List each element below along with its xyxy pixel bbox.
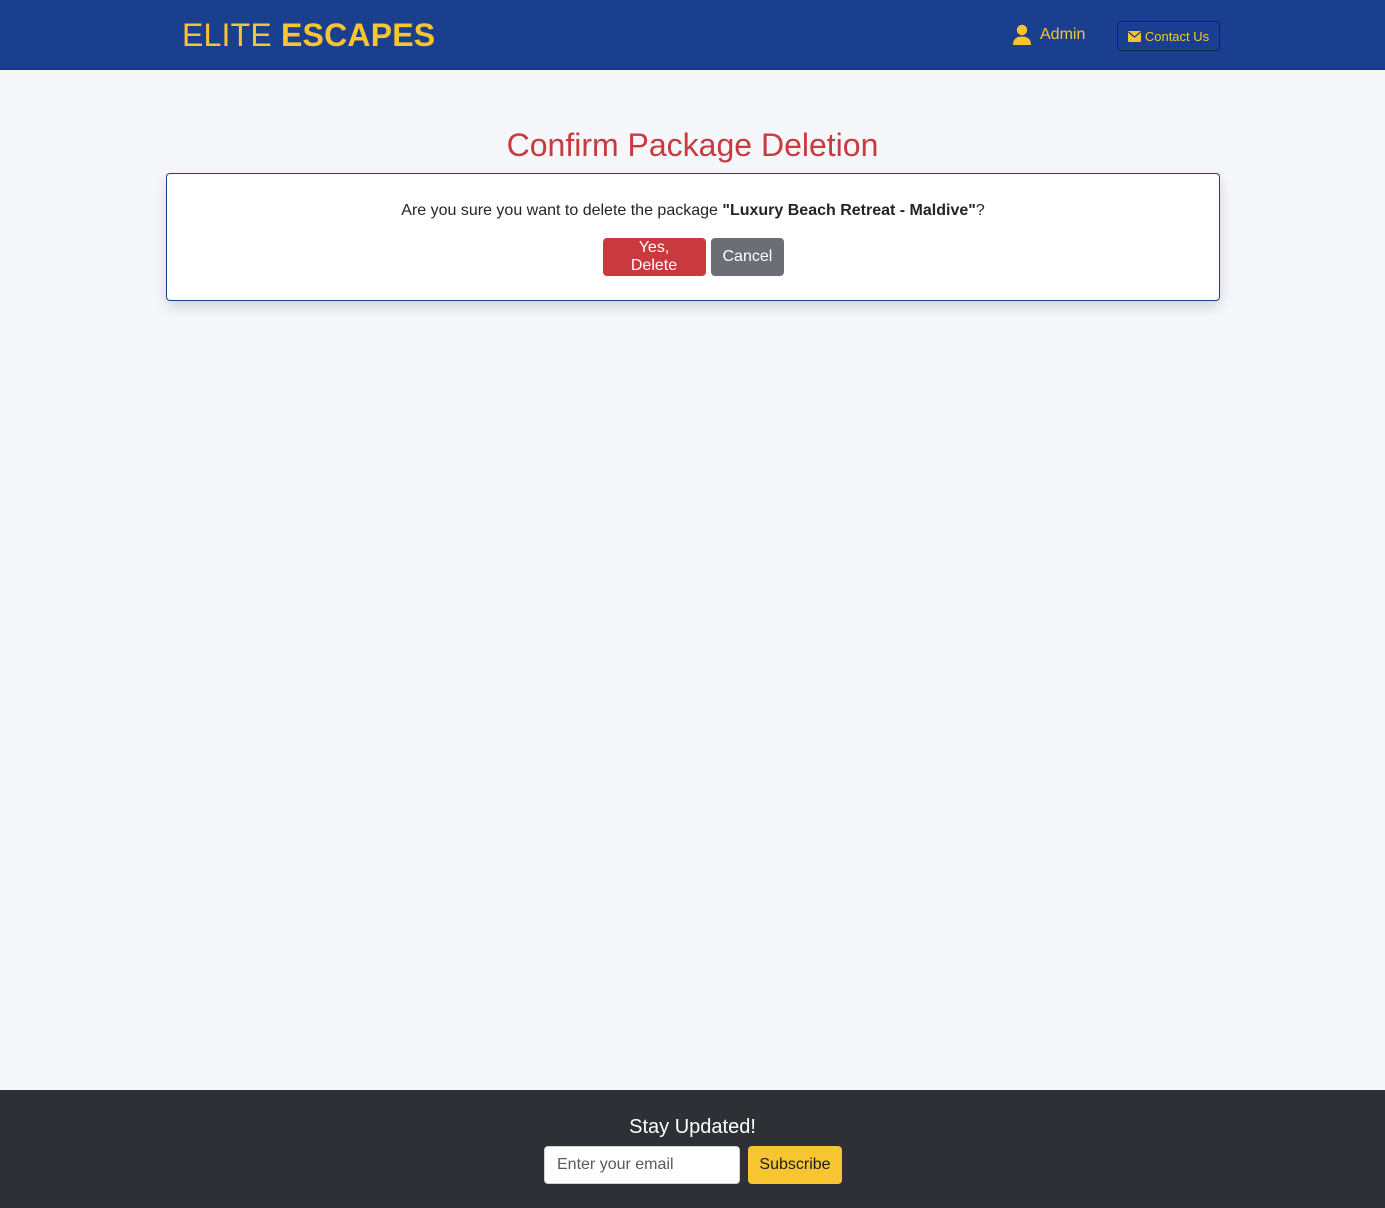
contact-us-button[interactable]: Contact Us [1117, 21, 1220, 51]
admin-label: Admin [1040, 26, 1086, 43]
yes-delete-button[interactable]: Yes, Delete [602, 238, 706, 276]
confirm-message: Are you sure you want to delete the pack… [167, 201, 1219, 221]
confirm-suffix: ? [975, 202, 985, 219]
footer: Stay Updated! Subscribe [0, 1090, 1385, 1208]
contact-us-label: Contact Us [1144, 28, 1210, 44]
brand-logo[interactable]: ELITE ESCAPES [182, 17, 435, 53]
cancel-button[interactable]: Cancel [710, 238, 784, 276]
navbar: ELITE ESCAPES Admin Contact Us [0, 0, 1385, 70]
user-icon [1013, 24, 1031, 45]
confirm-prefix: Are you sure you want to delete the pack… [401, 202, 723, 219]
package-name: "Luxury Beach Retreat - Maldive" [722, 202, 976, 219]
confirm-actions: Yes, Delete Cancel [167, 238, 1219, 276]
brand-bold-text: ESCAPES [281, 17, 436, 53]
email-input[interactable] [544, 1146, 740, 1184]
confirm-card: Are you sure you want to delete the pack… [166, 173, 1220, 301]
newsletter-title: Stay Updated! [629, 1116, 756, 1138]
brand-light-text: ELITE [182, 17, 272, 53]
page-title: Confirm Package Deletion [506, 127, 879, 163]
envelope-icon [1127, 30, 1141, 42]
subscribe-button[interactable]: Subscribe [748, 1146, 842, 1184]
newsletter-form: Subscribe [544, 1146, 842, 1184]
admin-link[interactable]: Admin [1012, 22, 1085, 48]
